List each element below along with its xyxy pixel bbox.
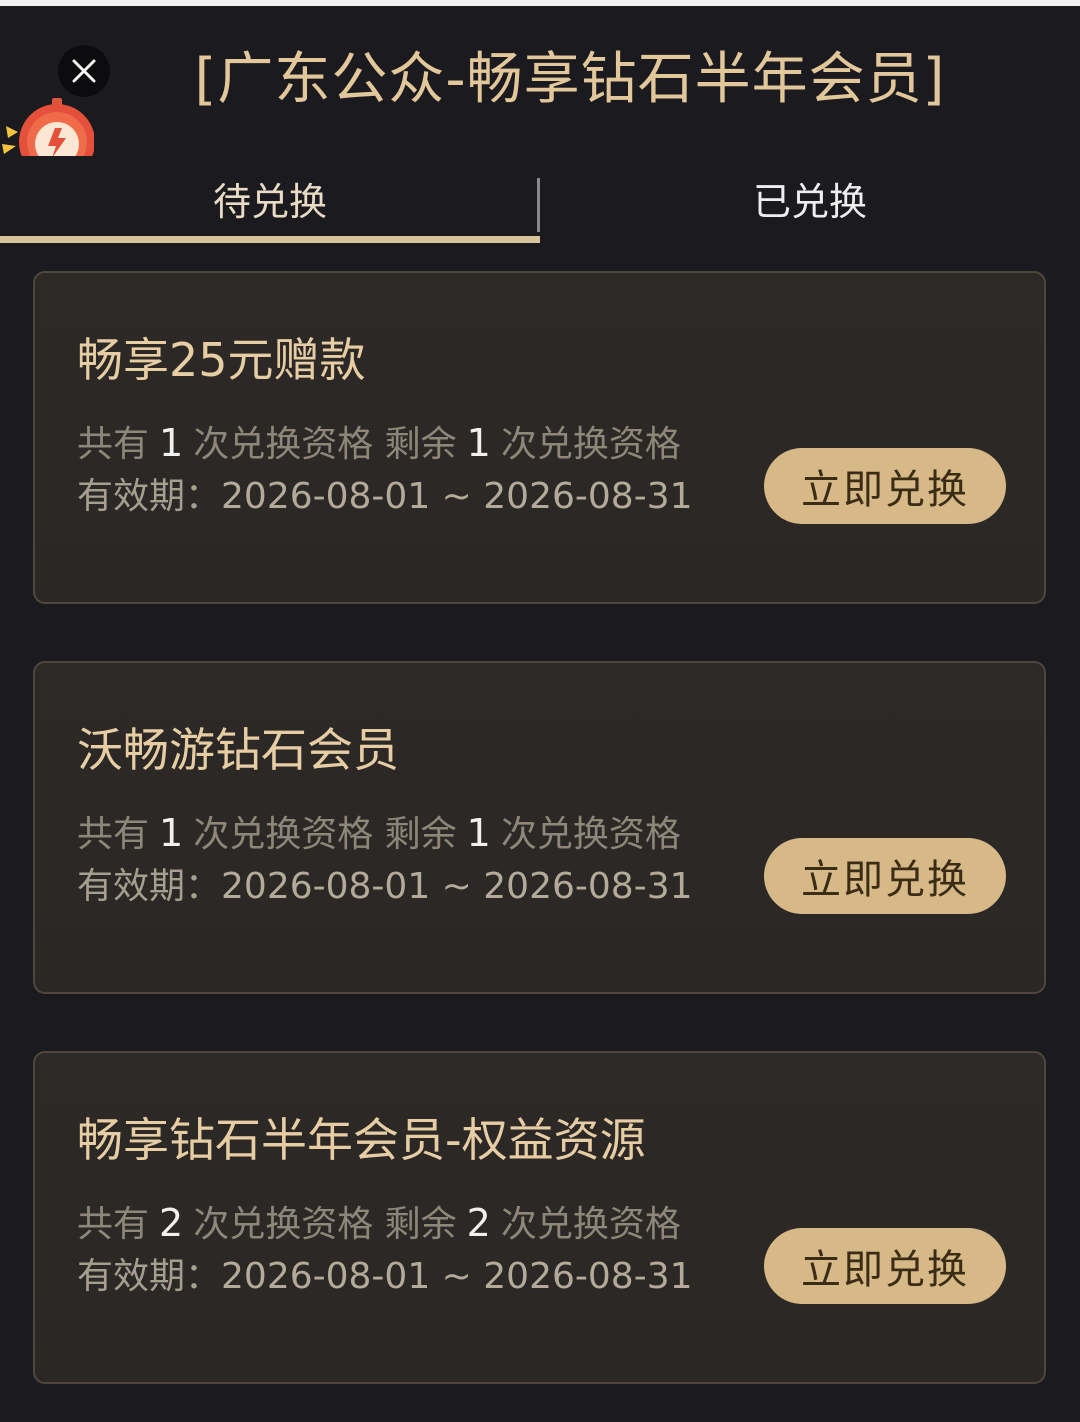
card-validity: 有效期：2026-08-01 ~ 2026-08-31: [77, 861, 693, 913]
redeem-button[interactable]: 立即兑换: [764, 1228, 1006, 1304]
benefit-card: 沃畅游钻石会员 共有 1 次兑换资格 剩余 1 次兑换资格 有效期：2026-08-01…: [33, 661, 1046, 994]
quota-suffix: 次兑换资格: [500, 1204, 681, 1245]
status-strip: [0, 0, 1080, 6]
quota-total: 1: [159, 811, 184, 855]
tab-bar: 待兑换 已兑换: [0, 160, 1080, 244]
card-title: 畅享钻石半年会员-权益资源: [77, 1113, 646, 1167]
card-validity: 有效期：2026-08-01 ~ 2026-08-31: [77, 471, 693, 523]
quota-remaining: 1: [466, 421, 491, 465]
validity-range: 2026-08-01 ~ 2026-08-31: [221, 476, 693, 517]
redeem-button[interactable]: 立即兑换: [764, 448, 1006, 524]
card-quota: 共有 2 次兑换资格 剩余 2 次兑换资格: [77, 1197, 681, 1251]
quota-mid: 次兑换资格 剩余: [193, 1204, 457, 1245]
validity-label: 有效期：: [77, 476, 222, 517]
quota-mid: 次兑换资格 剩余: [193, 424, 457, 465]
page: [广东公众-畅享钻石半年会员] 待兑换 已兑换 畅享25元赠款 共有 1 次兑换资格…: [0, 0, 1080, 1422]
quota-prefix: 共有: [77, 1204, 150, 1245]
page-title: [广东公众-畅享钻石半年会员]: [194, 47, 946, 112]
quota-remaining: 2: [466, 1201, 491, 1245]
validity-label: 有效期：: [77, 1256, 222, 1297]
card-quota: 共有 1 次兑换资格 剩余 1 次兑换资格: [77, 417, 681, 471]
quota-prefix: 共有: [77, 814, 150, 855]
redeem-button[interactable]: 立即兑换: [764, 838, 1006, 914]
quota-prefix: 共有: [77, 424, 150, 465]
quota-remaining: 1: [466, 811, 491, 855]
validity-range: 2026-08-01 ~ 2026-08-31: [221, 1256, 693, 1297]
tab-redeemed[interactable]: 已兑换: [540, 160, 1080, 236]
quota-mid: 次兑换资格 剩余: [193, 814, 457, 855]
quota-total: 1: [159, 421, 184, 465]
quota-total: 2: [159, 1201, 184, 1245]
validity-range: 2026-08-01 ~ 2026-08-31: [221, 866, 693, 907]
quota-suffix: 次兑换资格: [500, 814, 681, 855]
card-quota: 共有 1 次兑换资格 剩余 1 次兑换资格: [77, 807, 681, 861]
validity-label: 有效期：: [77, 866, 222, 907]
active-tab-indicator: [0, 236, 540, 243]
tab-pending[interactable]: 待兑换: [0, 160, 540, 236]
benefit-card: 畅享25元赠款 共有 1 次兑换资格 剩余 1 次兑换资格 有效期：2026-08-01…: [33, 271, 1046, 604]
quota-suffix: 次兑换资格: [500, 424, 681, 465]
card-validity: 有效期：2026-08-01 ~ 2026-08-31: [77, 1251, 693, 1303]
card-title: 畅享25元赠款: [77, 333, 366, 387]
card-title: 沃畅游钻石会员: [77, 723, 399, 777]
benefit-card: 畅享钻石半年会员-权益资源 共有 2 次兑换资格 剩余 2 次兑换资格 有效期：2026…: [33, 1051, 1046, 1384]
